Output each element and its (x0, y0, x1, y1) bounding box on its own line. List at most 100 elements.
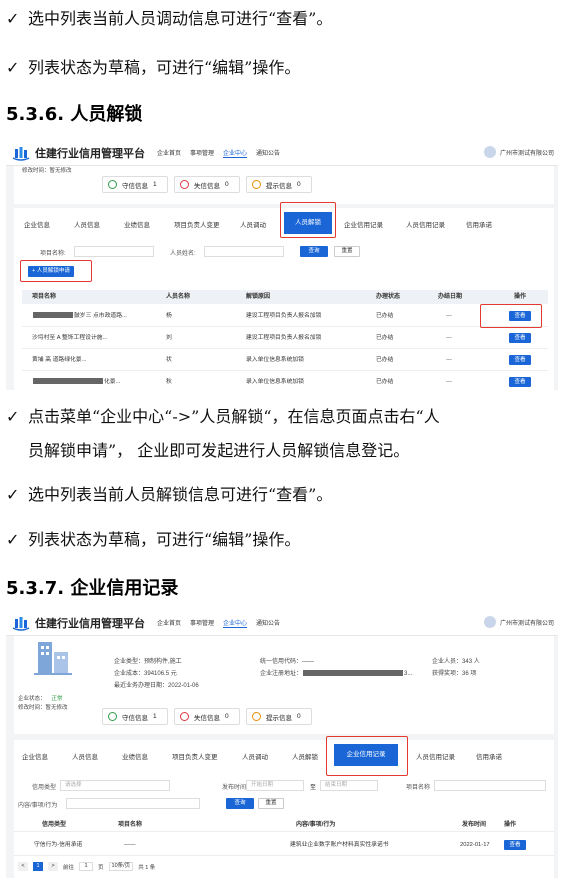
search-person-input[interactable] (204, 246, 284, 257)
next-page-button[interactable]: > (48, 862, 58, 871)
check-icon: ✓ (6, 485, 20, 504)
badge-count: 0 (297, 181, 301, 188)
badge-label: 失信信息 (194, 182, 220, 190)
project-input[interactable] (434, 780, 546, 791)
highlight-box (326, 736, 408, 776)
pagination: < 1 > 前往 1 页 10条/页 共 1 条 (18, 862, 155, 871)
reset-button[interactable]: 重置 (258, 798, 284, 809)
reset-button[interactable]: 重置 (334, 246, 360, 257)
doc-text: 列表状态为草稿，可进行“编辑”操作。 (28, 58, 301, 77)
doc-text: 选中列表当前人员解锁信息可进行“查看”。 (28, 485, 333, 504)
badge-tip[interactable]: 提示信息 0 (246, 708, 312, 725)
page-number-button[interactable]: 1 (33, 862, 43, 871)
tab-promise[interactable]: 信用承诺 (476, 751, 502, 761)
type-label: 企业类型： (114, 659, 145, 665)
col-content: 内容/事项/行为 (296, 822, 336, 828)
main-nav: 企业首页 事项管理 企业中心 通知公告 (157, 618, 280, 628)
doc-bullet-1: ✓ 选中列表当前人员调动信息可进行“查看”。 (6, 8, 332, 30)
col-date: 办结日期 (438, 294, 463, 300)
badge-trust[interactable]: 守信信息 1 (102, 708, 168, 725)
cell-status: 已办结 (376, 335, 394, 341)
badge-tip[interactable]: 提示信息 0 (246, 176, 312, 193)
status-label: 企业状态： (18, 696, 46, 702)
user-info[interactable]: 广州市测试有限公司 (483, 616, 554, 628)
page-size-select[interactable]: 10条/页 (108, 862, 134, 871)
tab-person-info[interactable]: 人员信息 (72, 751, 98, 761)
nav-home[interactable]: 企业首页 (157, 618, 181, 628)
cell-person: 杨 (166, 313, 172, 319)
tab-person-info[interactable]: 人员信息 (74, 219, 100, 229)
award-label: 获得奖项： (432, 671, 463, 677)
total-count: 共 1 条 (138, 864, 156, 871)
view-button[interactable]: 查看 (509, 333, 531, 343)
tab-transfer[interactable]: 人员调动 (242, 751, 268, 761)
staff-value: 343 人 (462, 659, 480, 665)
cell-content: 建筑业企业数字账户材料真实性承诺书 (290, 842, 389, 848)
cell-status: 已办结 (376, 313, 394, 319)
view-button[interactable]: 查看 (504, 840, 526, 850)
view-button[interactable]: 查看 (509, 355, 531, 365)
tab-unlock[interactable]: 人员解锁 (292, 751, 318, 761)
nav-matters[interactable]: 事项管理 (190, 148, 214, 158)
cell-reason: 录入单位信息系统加锁 (246, 357, 304, 363)
user-info[interactable]: 广州市测试有限公司 (483, 146, 554, 158)
badge-distrust[interactable]: 失信信息 0 (174, 708, 240, 725)
content-input[interactable] (66, 798, 200, 809)
nav-notices[interactable]: 通知公告 (256, 148, 280, 158)
badge-trust[interactable]: 守信信息 1 (102, 176, 168, 193)
end-date-input[interactable]: 结束日期 (320, 780, 378, 791)
search-project-input[interactable] (74, 246, 154, 257)
tab-performance[interactable]: 业绩信息 (124, 219, 150, 229)
tab-leader-change[interactable]: 项目负责人变更 (172, 751, 218, 761)
nav-enterprise-center[interactable]: 企业中心 (223, 148, 248, 158)
start-date-input[interactable]: 开始日期 (246, 780, 304, 791)
col-reason: 解锁原因 (246, 294, 271, 300)
tab-performance[interactable]: 业绩信息 (122, 751, 148, 761)
badge-label: 守信信息 (122, 182, 148, 190)
building-icon (34, 642, 72, 675)
tab-leader-change[interactable]: 项目负责人变更 (174, 219, 220, 229)
check-icon: ✓ (6, 407, 20, 426)
tab-promise[interactable]: 信用承诺 (466, 219, 492, 229)
doc-bullet-2: ✓ 列表状态为草稿，可进行“编辑”操作。 (6, 57, 300, 79)
tab-enterprise-info[interactable]: 企业信息 (24, 219, 50, 229)
nav-matters[interactable]: 事项管理 (190, 618, 214, 628)
col-project: 项目名称 (118, 822, 143, 828)
cell-project: 黄埔 高 道路绿化景... (32, 357, 87, 363)
goto-label: 前往 (63, 864, 75, 871)
status-value: 正常 (51, 696, 63, 702)
badge-count: 0 (225, 181, 229, 188)
screenshot-person-unlock: 住建行业信用管理平台 企业首页 事项管理 企业中心 通知公告 广州市测试有限公司… (6, 140, 558, 390)
credit-type-select[interactable]: 请选择 (60, 780, 170, 791)
prev-page-button[interactable]: < (18, 862, 28, 871)
col-project: 项目名称 (32, 294, 57, 300)
goto-unit: 页 (98, 864, 104, 871)
cell-reason: 录入单位信息系统加锁 (246, 379, 304, 385)
query-button[interactable]: 查询 (300, 246, 328, 257)
query-button[interactable]: 查询 (226, 798, 254, 809)
tab-person-credit[interactable]: 人员信用记录 (406, 219, 445, 229)
doc-text: 点击菜单“企业中心“->”人员解锁“，在信息页面点击右“人 (28, 407, 440, 426)
company-card: 修改时间：暂无修改 守信信息 1 失信信息 0 提示信息 0 (14, 166, 554, 204)
cost-label: 企业成本： (114, 671, 145, 677)
badge-distrust[interactable]: 失信信息 0 (174, 176, 240, 193)
nav-notices[interactable]: 通知公告 (256, 618, 280, 628)
goto-page-input[interactable]: 1 (79, 862, 94, 871)
modify-time-label: 修改时间： (18, 705, 46, 711)
view-button[interactable]: 查看 (509, 377, 531, 387)
addr-label: 企业注册地址： (260, 671, 303, 677)
cell-project: 化景... (104, 379, 121, 385)
nav-enterprise-center[interactable]: 企业中心 (223, 618, 248, 628)
badge-count: 0 (297, 713, 301, 720)
cell-credit-type: 守信行为-信用承诺 (34, 842, 83, 848)
tab-person-credit[interactable]: 人员信用记录 (416, 751, 455, 761)
tab-bar: 企业信息 人员信息 业绩信息 项目负责人变更 人员调动 人员解锁 企业信用记录 … (14, 744, 554, 766)
tab-transfer[interactable]: 人员调动 (240, 219, 266, 229)
tab-enterprise-info[interactable]: 企业信息 (22, 751, 48, 761)
award-value: 36 项 (462, 671, 477, 677)
search-person-label: 人员姓名: (170, 251, 196, 257)
nav-home[interactable]: 企业首页 (157, 148, 181, 158)
date-sep: 至 (310, 785, 317, 791)
table-row: 守信行为-信用承诺 —— 建筑业企业数字账户材料真实性承诺书 2022-01-1… (14, 834, 554, 856)
tab-enterprise-credit[interactable]: 企业信用记录 (344, 219, 383, 229)
